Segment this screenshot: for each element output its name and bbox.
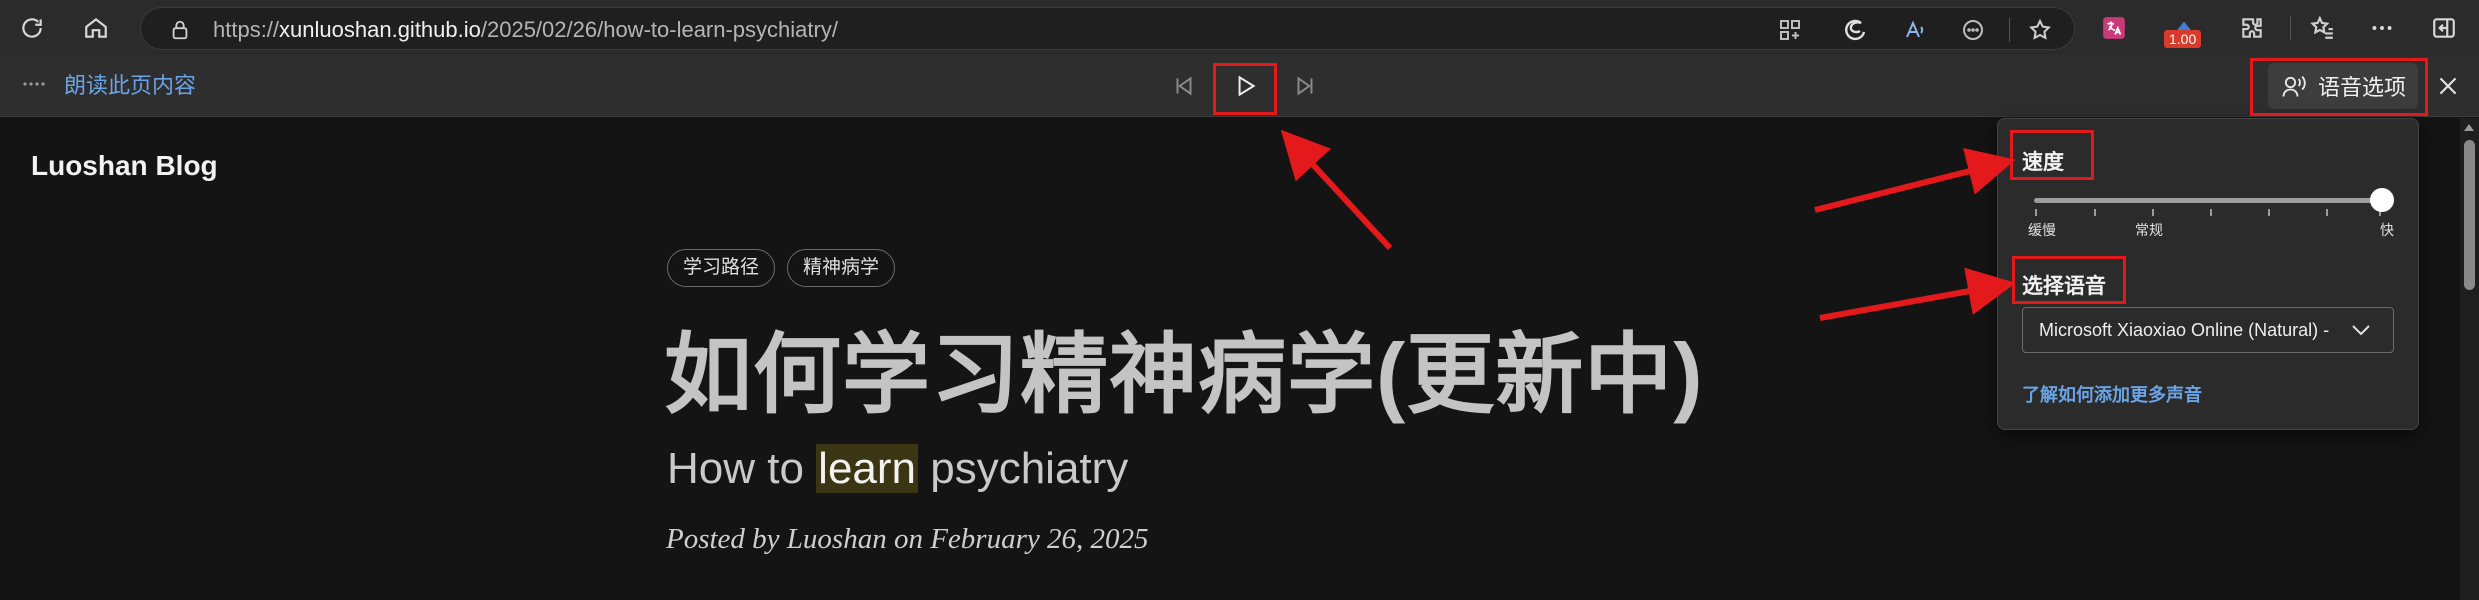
- tag-psychiatry[interactable]: 精神病学: [787, 249, 896, 287]
- translate-extension-icon[interactable]: [2098, 12, 2130, 44]
- settings-more-icon[interactable]: [2366, 12, 2398, 44]
- voice-select-dropdown[interactable]: Microsoft Xiaoxiao Online (Natural) -: [2022, 307, 2394, 353]
- favorite-star-icon[interactable]: [2026, 16, 2054, 44]
- read-aloud-icon[interactable]: [1901, 16, 1929, 44]
- edge-icon[interactable]: [1841, 16, 1869, 44]
- vertical-scrollbar[interactable]: [2460, 118, 2479, 600]
- divider: [2009, 18, 2010, 42]
- lock-icon[interactable]: [169, 19, 191, 41]
- scroll-up-arrow-icon[interactable]: [2464, 124, 2474, 131]
- drag-handle-icon[interactable]: [22, 81, 46, 87]
- more-tools-icon[interactable]: [1959, 16, 1987, 44]
- skip-previous-icon: [1176, 76, 1192, 96]
- blog-title[interactable]: Luoshan Blog: [31, 150, 218, 182]
- extensions-puzzle-icon[interactable]: [2236, 12, 2268, 44]
- post-subtitle: How to learn psychiatry: [667, 444, 1129, 493]
- speed-slider-thumb[interactable]: [2370, 188, 2394, 212]
- divider: [2290, 16, 2291, 40]
- slider-tick: [2035, 209, 2037, 216]
- slider-tick: [2152, 209, 2154, 216]
- slider-tick: [2326, 209, 2328, 216]
- add-voices-link[interactable]: 了解如何添加更多声音: [2022, 381, 2202, 407]
- post-meta: Posted by Luoshan on February 26, 2025: [666, 523, 1149, 555]
- refresh-icon[interactable]: [16, 12, 48, 44]
- address-bar[interactable]: https://xunluoshan.github.io/2025/02/26/…: [140, 7, 2075, 50]
- chevron-down-icon: [2352, 325, 2370, 336]
- annotation-box-select-voice: [2012, 256, 2126, 304]
- slider-tick: [2268, 209, 2270, 216]
- url-text[interactable]: https://xunluoshan.github.io/2025/02/26/…: [213, 8, 838, 51]
- read-aloud-label: 朗读此页内容: [64, 73, 197, 98]
- speed-label-slow: 缓慢: [2028, 222, 2056, 238]
- speed-slider-track[interactable]: [2034, 198, 2380, 203]
- sidebar-toggle-icon[interactable]: [2428, 12, 2460, 44]
- annotation-box-play: [1213, 63, 1277, 115]
- speed-label-fast: 快: [2380, 222, 2394, 238]
- split-screen-icon[interactable]: [1776, 16, 1804, 44]
- annotation-box-speed: [2010, 130, 2094, 180]
- selected-voice-text: Microsoft Xiaoxiao Online (Natural) -: [2039, 320, 2330, 340]
- home-icon[interactable]: [80, 12, 112, 44]
- next-button[interactable]: [1282, 63, 1328, 109]
- post-title: 如何学习精神病学(更新中): [664, 325, 1704, 424]
- extension-badge: 1.00: [2164, 30, 2202, 48]
- skip-next-icon: [1297, 76, 1313, 96]
- annotation-box-voice-options: [2250, 58, 2428, 116]
- tag-learning-path[interactable]: 学习路径: [667, 249, 776, 287]
- speed-label-normal: 常规: [2135, 222, 2163, 238]
- slider-tick: [2210, 209, 2212, 216]
- previous-button[interactable]: [1161, 63, 1207, 109]
- close-icon: [2439, 77, 2457, 95]
- slider-tick: [2094, 209, 2096, 216]
- read-aloud-highlight: learn: [816, 444, 919, 493]
- close-read-aloud-button[interactable]: [2432, 70, 2464, 102]
- scrollbar-thumb[interactable]: [2464, 140, 2475, 290]
- browser-toolbar: https://xunluoshan.github.io/2025/02/26/…: [0, 0, 2479, 55]
- favorites-list-icon[interactable]: [2306, 12, 2338, 44]
